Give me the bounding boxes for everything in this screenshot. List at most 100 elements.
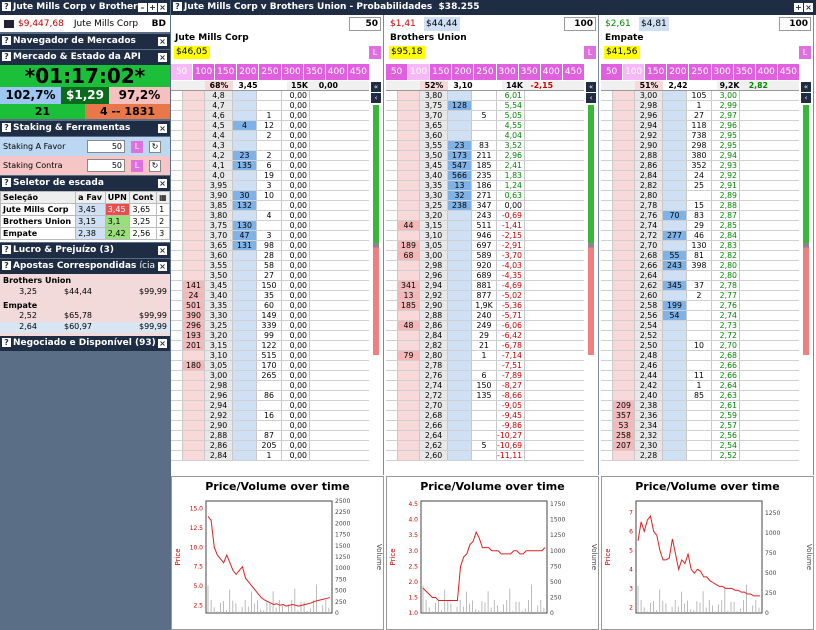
- matched-bet[interactable]: 2,64 $60,97 $99,99: [0, 322, 170, 333]
- ladder-row[interactable]: 2,92 16 0,00: [171, 411, 370, 421]
- market-state-title[interactable]: ? Mercado & Estado da API ×: [0, 50, 170, 65]
- stake-for-L-button[interactable]: L: [131, 140, 143, 153]
- nav-title[interactable]: ? Navegador de Mercados ×: [0, 34, 170, 49]
- close-icon[interactable]: ×: [158, 339, 167, 348]
- stake-button-300[interactable]: 300: [497, 64, 519, 80]
- stake-button-200[interactable]: 200: [452, 64, 475, 80]
- stake-button-400[interactable]: 400: [756, 64, 778, 80]
- stake-button-450[interactable]: 450: [348, 64, 370, 80]
- ladder-selector-title[interactable]: ? Seletor de escada ×: [0, 176, 170, 191]
- ladder-row[interactable]: 2,66 243 398 2,80: [601, 261, 800, 271]
- ladder-row[interactable]: 4,3 0,00: [171, 141, 370, 151]
- ladder-row[interactable]: 2,78 15 2,88: [601, 201, 800, 211]
- ladder-row[interactable]: 4,7 0,00: [171, 101, 370, 111]
- ladder-row[interactable]: 2,66 -9,86: [386, 421, 585, 431]
- refresh-icon[interactable]: ↻: [149, 140, 161, 153]
- ladder-row[interactable]: 2,44 11 2,66: [601, 371, 800, 381]
- close-icon[interactable]: ×: [158, 262, 167, 271]
- ladder-row[interactable]: 4,8 0,00: [171, 91, 370, 101]
- ladder-row[interactable]: 4,4 2 0,00: [171, 131, 370, 141]
- stake-button-300[interactable]: 300: [282, 64, 304, 80]
- event-bar[interactable]: $9,447,68 Jute Mills Corp BD: [0, 15, 170, 32]
- stake-button-100[interactable]: 100: [193, 64, 216, 80]
- ladder-row[interactable]: 201 3,15 122 0,00: [171, 341, 370, 351]
- pl-title[interactable]: ? Lucro & Prejuízo (3) ×: [0, 243, 170, 258]
- ladder-row[interactable]: 2,72 277 46 2,84: [601, 231, 800, 241]
- ladder-row[interactable]: 2,90 298 2,95: [601, 141, 800, 151]
- ladder-row[interactable]: 3,80 4 0,00: [171, 211, 370, 221]
- close-icon[interactable]: ×: [158, 246, 167, 255]
- ladder-row[interactable]: 357 2,36 2,59: [601, 411, 800, 421]
- stake-button-250[interactable]: 250: [689, 64, 712, 80]
- ladder-row[interactable]: 2,68 55 81 2,82: [601, 251, 800, 261]
- ladder-row[interactable]: 3,60 28 0,00: [171, 251, 370, 261]
- stake-button-350[interactable]: 350: [519, 64, 541, 80]
- ladder-row[interactable]: 68 3,00 589 -3,70: [386, 251, 585, 261]
- close-icon[interactable]: ×: [158, 124, 167, 133]
- ladder-row[interactable]: 141 3,45 150 0,00: [171, 281, 370, 291]
- help-icon[interactable]: ?: [2, 178, 11, 187]
- close-icon[interactable]: ×: [158, 3, 167, 12]
- ladder-row[interactable]: 185 2,90 1,9K -5,36: [386, 301, 585, 311]
- ladder-row[interactable]: 4,0 19 0,00: [171, 171, 370, 181]
- ladder-row[interactable]: 4,2 23 2 0,00: [171, 151, 370, 161]
- stake-button-150[interactable]: 150: [430, 64, 453, 80]
- ladder-row[interactable]: 3,00 265 0,00: [171, 371, 370, 381]
- close-icon[interactable]: ×: [158, 53, 167, 62]
- ladder-row[interactable]: 2,84 24 2,92: [601, 171, 800, 181]
- ladder-row[interactable]: 3,60 4,04: [386, 131, 585, 141]
- ladder-row[interactable]: 2,98 1 2,99: [601, 101, 800, 111]
- ladder-row[interactable]: 209 2,38 2,61: [601, 401, 800, 411]
- ladder-row[interactable]: 3,45 547 185 2,41: [386, 161, 585, 171]
- ladder-row[interactable]: 3,25 238 347 0,00: [386, 201, 585, 211]
- stake-button-400[interactable]: 400: [541, 64, 563, 80]
- close-icon[interactable]: ×: [804, 3, 813, 12]
- ladder-row[interactable]: 2,96 86 0,00: [171, 391, 370, 401]
- ladder-row[interactable]: 3,30 32 271 0,63: [386, 191, 585, 201]
- help-icon[interactable]: ?: [2, 36, 11, 45]
- ladder-row[interactable]: 2,98 920 -4,03: [386, 261, 585, 271]
- matched-title[interactable]: ? Apostas Correspondidas ícia ×: [0, 259, 170, 274]
- stake-button-100[interactable]: 100: [623, 64, 646, 80]
- scroll-top-icon[interactable]: «: [371, 82, 381, 92]
- minimize-icon[interactable]: –: [138, 3, 147, 12]
- scroll-bar[interactable]: «‹: [584, 81, 598, 490]
- ladder-row[interactable]: 3,85 132 0,00: [171, 201, 370, 211]
- stake-against-L-button[interactable]: L: [131, 159, 143, 172]
- ladder-row[interactable]: 2,48 2,68: [601, 351, 800, 361]
- ladder-row[interactable]: 296 3,25 339 0,00: [171, 321, 370, 331]
- ladder-row[interactable]: 48 2,86 249 -6,06: [386, 321, 585, 331]
- ladder-row[interactable]: 3,10 515 0,00: [171, 351, 370, 361]
- ladder-row[interactable]: 3,10 946 -2,15: [386, 231, 585, 241]
- pin-icon[interactable]: +: [148, 3, 157, 12]
- ladder-row[interactable]: 79 2,80 1 -7,14: [386, 351, 585, 361]
- ladder-row[interactable]: 2,96 27 2,97: [601, 111, 800, 121]
- ladder-row[interactable]: 24 3,40 35 0,00: [171, 291, 370, 301]
- ladder-row[interactable]: 2,88 87 0,00: [171, 431, 370, 441]
- ladder-row[interactable]: 3,70 47 3 0,00: [171, 231, 370, 241]
- ladder-row[interactable]: 3,70 5 5,05: [386, 111, 585, 121]
- ladder-row[interactable]: 3,50 173 211 2,96: [386, 151, 585, 161]
- stake-button-150[interactable]: 150: [645, 64, 668, 80]
- stake-button-250[interactable]: 250: [474, 64, 497, 80]
- stake-button-350[interactable]: 350: [304, 64, 326, 80]
- stake-button-350[interactable]: 350: [734, 64, 756, 80]
- ladder-row[interactable]: 4,1 135 6 0,00: [171, 161, 370, 171]
- ladder-row[interactable]: 2,68 -9,45: [386, 411, 585, 421]
- ladder-row[interactable]: 3,40 566 235 1,83: [386, 171, 585, 181]
- ladder-row[interactable]: 2,56 54 2,74: [601, 311, 800, 321]
- scroll-up-icon[interactable]: ‹: [801, 93, 811, 103]
- stake-button-200[interactable]: 200: [667, 64, 690, 80]
- ladder-row[interactable]: 2,74 29 2,85: [601, 221, 800, 231]
- ladder-row[interactable]: 53 2,34 2,57: [601, 421, 800, 431]
- ladder-row[interactable]: 2,76 70 83 2,87: [601, 211, 800, 221]
- scroll-bar[interactable]: «‹: [369, 81, 383, 490]
- traded-title[interactable]: ? Negociado e Disponível (93) ×: [0, 336, 170, 351]
- ladder-row[interactable]: 2,94 118 2,96: [601, 121, 800, 131]
- pin-icon[interactable]: +: [794, 3, 803, 12]
- ladder-row[interactable]: 2,60 -11,11: [386, 451, 585, 461]
- ladder-row[interactable]: 2,78 -7,51: [386, 361, 585, 371]
- matched-bet[interactable]: 2,52 $65,78 $99,99: [0, 311, 170, 322]
- ladder-row[interactable]: 2,62 345 37 2,78: [601, 281, 800, 291]
- ladder-row[interactable]: 2,96 689 -4,35: [386, 271, 585, 281]
